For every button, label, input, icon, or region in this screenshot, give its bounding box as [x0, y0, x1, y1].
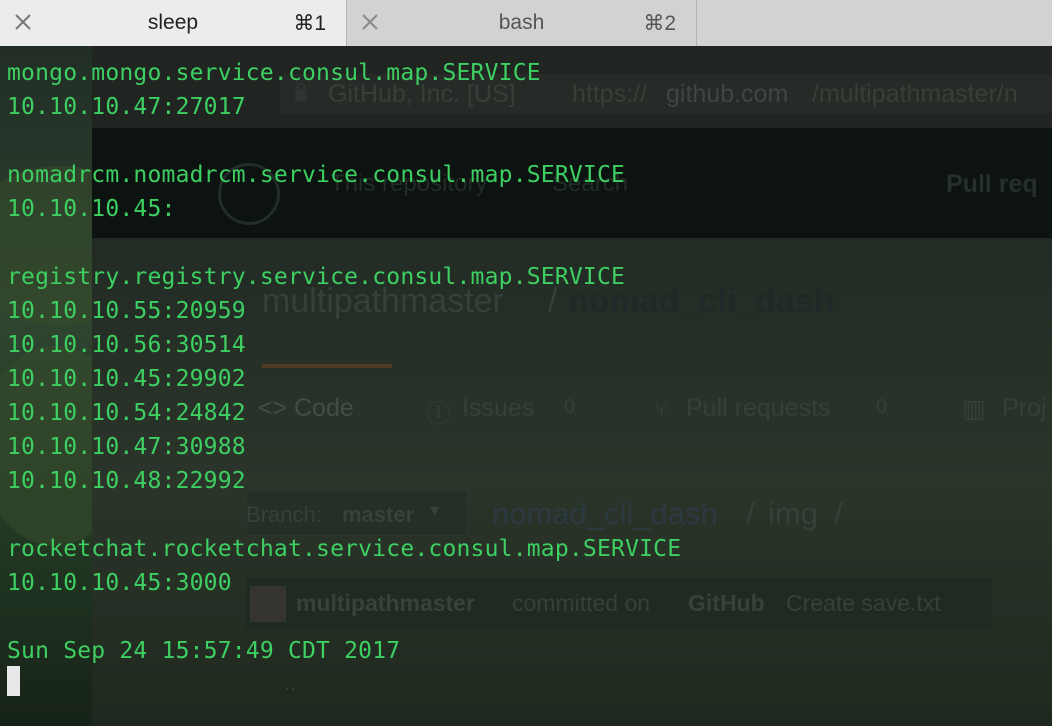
tab-bash[interactable]: bash ⌘2: [347, 0, 697, 46]
terminal-line: 10.10.10.55:20959: [7, 298, 246, 324]
terminal-line: 10.10.10.48:22992: [7, 468, 246, 494]
terminal-line: nomadrcm.nomadrcm.service.consul.map.SER…: [7, 162, 626, 188]
terminal-line: 10.10.10.56:30514: [7, 332, 246, 358]
terminal-line: registry.registry.service.consul.map.SER…: [7, 264, 626, 290]
tab-shortcut: ⌘2: [643, 12, 676, 35]
terminal-line: 10.10.10.47:27017: [7, 94, 246, 120]
tab-bar-empty-space[interactable]: [697, 0, 1052, 46]
terminal-line: 10.10.10.54:24842: [7, 400, 246, 426]
terminal-cursor: [7, 666, 20, 696]
tab-sleep[interactable]: sleep ⌘1: [0, 0, 347, 46]
terminal-line: 10.10.10.45:: [7, 196, 176, 222]
tab-shortcut: ⌘1: [293, 12, 326, 35]
terminal-output[interactable]: mongo.mongo.service.consul.map.SERVICE 1…: [0, 46, 1052, 726]
terminal-lines: mongo.mongo.service.consul.map.SERVICE 1…: [7, 56, 681, 668]
terminal-line: 10.10.10.47:30988: [7, 434, 246, 460]
terminal-line: mongo.mongo.service.consul.map.SERVICE: [7, 60, 541, 86]
terminal-line: rocketchat.rocketchat.service.consul.map…: [7, 536, 682, 562]
terminal-line: 10.10.10.45:29902: [7, 366, 246, 392]
terminal-line: 10.10.10.45:3000: [7, 570, 232, 596]
terminal-tab-bar: sleep ⌘1 bash ⌘2: [0, 0, 1052, 46]
terminal-line: Sun Sep 24 15:57:49 CDT 2017: [7, 638, 401, 664]
